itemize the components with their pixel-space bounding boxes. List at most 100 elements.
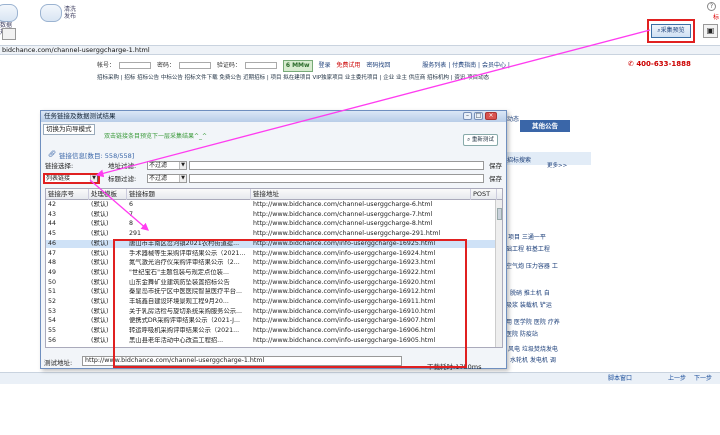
account-input[interactable] <box>119 62 152 69</box>
col-header-title[interactable]: 链接标题 <box>127 189 251 200</box>
row-index: 49 <box>48 268 57 276</box>
captcha-image[interactable]: 6 MMw <box>282 60 313 72</box>
annotation-highlight-box <box>647 19 695 43</box>
clean-publish-button[interactable]: 清洗 发布 <box>40 2 80 40</box>
side-line-4[interactable]: 脱硝 推土机 自 <box>510 288 550 297</box>
address-filter-input[interactable] <box>189 161 484 170</box>
address-filter-select[interactable]: 不过滤 ▼ <box>147 161 187 170</box>
switch-wizard-mode-tab[interactable]: 切换为向导模式 <box>43 124 95 135</box>
script-window-link[interactable]: 脚本窗口 <box>608 373 632 384</box>
hotline-number: 400-633-1888 <box>636 60 691 68</box>
maximize-icon[interactable]: □ <box>474 112 483 120</box>
title-filter-select[interactable]: 不过滤 ▼ <box>147 174 187 183</box>
col-header-template[interactable]: 处理模板 <box>89 189 127 200</box>
login-link[interactable]: 登录 <box>318 61 330 71</box>
tab-other-notices[interactable]: 其他公告 <box>520 120 570 132</box>
side-line-2[interactable]: 础工程 桩基工程 <box>506 244 550 253</box>
save-title-filter-button[interactable]: 保存 <box>489 174 502 184</box>
vertical-scrollbar[interactable] <box>495 200 502 347</box>
row-template: (默认) <box>91 230 109 238</box>
service-links[interactable]: 服务列表 | 付费指南 | 会员中心 | <box>422 61 510 71</box>
annotation-highlight-box <box>113 239 467 368</box>
account-label: 帐号： <box>97 62 116 69</box>
row-index: 46 <box>48 239 57 247</box>
annotation-highlight-box <box>43 173 100 184</box>
captcha-label: 验证码： <box>216 62 241 69</box>
side-line-9[interactable]: 水轮机 发电机 调 <box>510 355 556 364</box>
side-item-search[interactable]: 招标搜索 <box>507 155 531 164</box>
title-filter-label: 标题过滤: <box>108 175 137 183</box>
link-select-label: 链接选择: <box>45 162 74 170</box>
side-line-8[interactable]: 风电 垃圾焚烧发电 <box>508 344 558 353</box>
row-index: 53 <box>48 307 57 315</box>
link-icon: 🔗︎ <box>48 150 57 158</box>
side-line-6[interactable]: 用 医学院 医院 疗养 <box>506 317 560 326</box>
save-address-filter-button[interactable]: 保存 <box>489 161 502 171</box>
more-link[interactable]: 更多>> <box>547 161 567 169</box>
help-icon[interactable]: ? <box>707 2 716 11</box>
row-index: 47 <box>48 249 57 257</box>
row-title: 291 <box>129 230 142 238</box>
side-line-1[interactable]: 项目 三通一平 <box>508 232 546 241</box>
col-header-post[interactable]: POST <box>471 189 497 200</box>
prev-step-link[interactable]: 上一步 <box>668 373 686 384</box>
row-title: 7 <box>129 210 134 218</box>
row-url: http://www.bidchance.com/channel-userggc… <box>253 230 441 238</box>
hotline: ✆ 400-633-1888 <box>628 60 691 68</box>
save-icon[interactable]: ▣ <box>703 24 718 38</box>
side-line-5[interactable]: 吸浆 装载机 铲运 <box>506 300 552 309</box>
table-row[interactable]: 43 (默认) 7 http://www.bidchance.com/channel-… <box>46 211 498 219</box>
col-header-url[interactable]: 链接地址 <box>251 189 471 200</box>
next-step-link[interactable]: 下一步 <box>694 373 712 384</box>
minimize-icon[interactable]: – <box>463 112 472 120</box>
row-index: 55 <box>48 327 57 335</box>
row-url: http://www.bidchance.com/channel-userggc… <box>253 201 433 208</box>
free-trial-link[interactable]: 免费试用 <box>336 61 360 71</box>
chevron-down-icon: ▼ <box>179 162 186 169</box>
nav-links[interactable]: 招标采购 | 招标 招标公告 中标公告 招标文件下载 免费公告 近期招标 | 项… <box>97 73 489 81</box>
scrollbar-thumb[interactable] <box>497 208 502 220</box>
row-index: 51 <box>48 288 57 296</box>
table-row[interactable]: 44 (默认) 8 http://www.bidchance.com/channel-… <box>46 220 498 228</box>
row-index: 42 <box>48 201 57 208</box>
title-filter-input[interactable] <box>189 174 484 183</box>
status-bar: 脚本窗口 上一步 下一步 <box>0 372 720 384</box>
row-template: (默认) <box>91 201 109 208</box>
table-row[interactable]: 42 (默认) 6 http://www.bidchance.com/channel-… <box>46 201 498 209</box>
side-item-dynamics[interactable]: 动态 <box>507 114 519 123</box>
password-input[interactable] <box>178 62 211 69</box>
red-mark-label: 标 <box>713 14 720 21</box>
retest-button[interactable]: ⌕ 重新测试 <box>463 134 498 146</box>
filter-row-title: 列表链接 ▼ 标题过滤: 不过滤 ▼ 保存 <box>44 174 505 184</box>
retest-label: 重新测试 <box>471 137 494 143</box>
row-index: 52 <box>48 298 57 305</box>
side-line-3[interactable]: 空气炮 压力容器 工 <box>506 261 558 270</box>
col-header-index[interactable]: 链接序号 <box>46 189 89 200</box>
address-filter-value: 不过滤 <box>149 162 168 169</box>
hint-text: 双击链接条目预览下一层采集结果^_^ <box>104 133 208 140</box>
row-url: http://www.bidchance.com/channel-userggc… <box>253 220 433 228</box>
publish-icon <box>40 4 62 22</box>
table-row[interactable]: 45 (默认) 291 http://www.bidchance.com/channe… <box>46 230 498 238</box>
forgot-password-link[interactable]: 密码找回 <box>366 61 390 71</box>
address-filter-label: 地址过滤: <box>108 162 137 170</box>
row-title: 8 <box>129 220 134 228</box>
left-panel-tag[interactable] <box>2 28 16 40</box>
side-line-7[interactable]: 医院 防疫站 <box>506 329 538 338</box>
captcha-input[interactable] <box>244 62 277 69</box>
test-address-label: 测试地址: <box>44 359 73 367</box>
dialog-titlebar[interactable]: 任务链接及数据测试结果 <box>41 111 506 122</box>
address-bar[interactable]: bidchance.com/channel-userggcharge-1.htm… <box>0 45 720 55</box>
row-index: 56 <box>48 336 57 344</box>
title-filter-value: 不过滤 <box>149 175 168 182</box>
row-index: 45 <box>48 230 57 238</box>
row-template: (默认) <box>91 220 109 228</box>
close-icon[interactable]: × <box>485 112 497 120</box>
row-index: 54 <box>48 317 57 325</box>
row-index: 50 <box>48 278 57 286</box>
table-header: 链接序号 处理模板 链接标题 链接地址 POST <box>46 189 502 200</box>
clean-publish-label: 清洗 发布 <box>64 6 77 20</box>
app-toolbar: 数据 规范 清洗 发布 ? 标 ⌕采集预览 ▣ <box>0 0 720 44</box>
row-title: 6 <box>129 201 134 208</box>
row-url: http://www.bidchance.com/channel-userggc… <box>253 210 433 218</box>
